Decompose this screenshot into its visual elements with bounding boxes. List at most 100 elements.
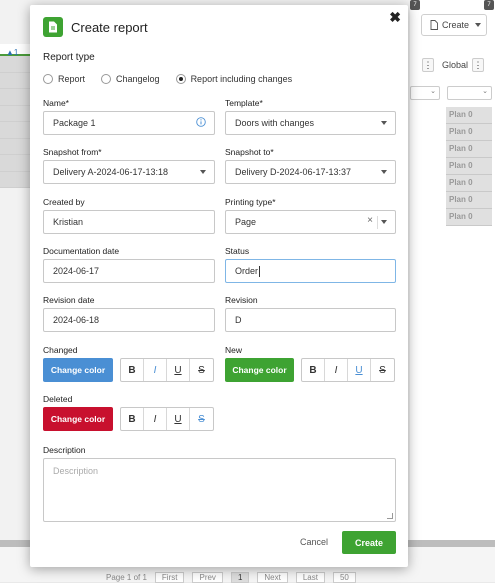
radio-circle[interactable] bbox=[101, 74, 112, 84]
column-filter[interactable]: ⌄ bbox=[410, 86, 440, 100]
italic-button[interactable]: I bbox=[325, 359, 348, 381]
snapshot-from-select[interactable]: Delivery A-2024-06-17-13:18 bbox=[43, 160, 215, 184]
bold-button[interactable]: B bbox=[302, 359, 325, 381]
revision-label: Revision bbox=[225, 295, 258, 305]
column-filter[interactable]: ⌄ bbox=[447, 86, 492, 100]
description-placeholder: Description bbox=[53, 466, 99, 476]
divider bbox=[377, 216, 378, 229]
description-textarea[interactable]: Description bbox=[43, 458, 396, 522]
documentation-date-value: 2024-06-17 bbox=[53, 266, 100, 276]
changed-color-button[interactable]: Change color bbox=[43, 358, 113, 382]
create-label: Create bbox=[442, 20, 470, 30]
deleted-label: Deleted bbox=[43, 394, 73, 404]
revision-date-value: 2024-06-18 bbox=[53, 315, 100, 325]
deleted-format-toolbar: B I U S bbox=[120, 407, 214, 431]
name-value: Package 1 bbox=[53, 118, 96, 128]
badge: 7 bbox=[410, 0, 420, 10]
cancel-button[interactable]: Cancel bbox=[300, 537, 328, 547]
revision-input[interactable]: D bbox=[225, 308, 396, 332]
radio-circle[interactable] bbox=[43, 74, 53, 84]
column-header: ⋮ Global ⋮ bbox=[410, 54, 495, 76]
current-page-button[interactable]: 1 bbox=[230, 571, 250, 583]
description-label: Description bbox=[43, 445, 86, 455]
next-page-button[interactable]: Next bbox=[257, 571, 288, 583]
info-icon[interactable] bbox=[196, 117, 206, 129]
pagination: Page 1 of 1 First Prev 1 Next Last 50 bbox=[106, 571, 364, 583]
radio-label: Report bbox=[58, 74, 86, 84]
background-right-panel bbox=[410, 0, 495, 540]
badge: 7 bbox=[484, 0, 494, 10]
revision-date-input[interactable]: 2024-06-18 bbox=[43, 308, 215, 332]
page-info: Page 1 of 1 bbox=[106, 572, 147, 582]
status-input[interactable]: Order bbox=[225, 259, 396, 283]
underline-button[interactable]: U bbox=[348, 359, 371, 381]
strikethrough-button[interactable]: S bbox=[190, 359, 213, 381]
name-input[interactable]: Package 1 bbox=[43, 111, 215, 135]
sort-indicator[interactable]: ▲1 bbox=[6, 48, 18, 57]
revision-date-label: Revision date bbox=[43, 295, 95, 305]
dialog-title: Create report bbox=[71, 19, 148, 35]
created-by-value: Kristian bbox=[53, 217, 84, 227]
created-by-input[interactable]: Kristian bbox=[43, 210, 215, 234]
chevron-down-icon[interactable] bbox=[381, 220, 387, 224]
plan-cell: Plan 0 bbox=[446, 175, 492, 192]
snapshot-to-label: Snapshot to* bbox=[225, 147, 274, 157]
dialog-header: Create report bbox=[43, 17, 148, 37]
chevron-down-icon[interactable] bbox=[381, 121, 387, 125]
printing-type-label: Printing type* bbox=[225, 197, 276, 207]
radio-circle-selected[interactable] bbox=[175, 74, 186, 84]
radio-report-including-changes[interactable]: Report including changes bbox=[175, 74, 292, 84]
report-icon bbox=[43, 17, 63, 37]
revision-value: D bbox=[235, 315, 242, 325]
new-format-toolbar: B I U S bbox=[301, 358, 395, 382]
plan-cell: Plan 0 bbox=[446, 158, 492, 175]
last-page-button[interactable]: Last bbox=[295, 571, 325, 583]
report-type-label: Report type bbox=[43, 52, 95, 63]
strikethrough-button[interactable]: S bbox=[371, 359, 394, 381]
template-label: Template* bbox=[225, 98, 263, 108]
bold-button[interactable]: B bbox=[121, 359, 144, 381]
snapshot-to-select[interactable]: Delivery D-2024-06-17-13:37 bbox=[225, 160, 396, 184]
kebab-menu-icon[interactable]: ⋮ bbox=[422, 58, 434, 72]
column-header-global: Global bbox=[442, 60, 469, 70]
snapshot-to-value: Delivery D-2024-06-17-13:37 bbox=[235, 167, 352, 177]
report-type-radio-group: Report Changelog Report including change… bbox=[43, 74, 292, 84]
deleted-color-button[interactable]: Change color bbox=[43, 407, 113, 431]
first-page-button[interactable]: First bbox=[154, 571, 185, 583]
plan-cell: Plan 0 bbox=[446, 141, 492, 158]
template-value: Doors with changes bbox=[235, 118, 315, 128]
prev-page-button[interactable]: Prev bbox=[192, 571, 223, 583]
new-color-button[interactable]: Change color bbox=[225, 358, 294, 382]
background-table-left bbox=[0, 44, 30, 224]
snapshot-from-value: Delivery A-2024-06-17-13:18 bbox=[53, 167, 169, 177]
plan-cell: Plan 0 bbox=[446, 209, 492, 226]
italic-button[interactable]: I bbox=[144, 359, 167, 381]
snapshot-from-label: Snapshot from* bbox=[43, 147, 102, 157]
bold-button[interactable]: B bbox=[121, 408, 144, 430]
radio-changelog[interactable]: Changelog bbox=[101, 74, 160, 84]
resize-handle-icon[interactable] bbox=[387, 513, 393, 519]
chevron-down-icon[interactable] bbox=[200, 170, 206, 174]
create-button[interactable]: Create bbox=[342, 531, 396, 554]
clear-icon[interactable]: × bbox=[367, 215, 373, 226]
kebab-menu-icon[interactable]: ⋮ bbox=[472, 58, 485, 72]
chevron-down-icon[interactable] bbox=[381, 170, 387, 174]
page-size-select[interactable]: 50 bbox=[332, 571, 356, 583]
status-label: Status bbox=[225, 246, 250, 256]
documentation-date-input[interactable]: 2024-06-17 bbox=[43, 259, 215, 283]
printing-type-select[interactable]: Page × bbox=[225, 210, 396, 234]
radio-report[interactable]: Report bbox=[43, 74, 85, 84]
changed-format-toolbar: B I U S bbox=[120, 358, 214, 382]
italic-button[interactable]: I bbox=[144, 408, 167, 430]
strikethrough-button[interactable]: S bbox=[190, 408, 213, 430]
underline-button[interactable]: U bbox=[167, 408, 190, 430]
template-select[interactable]: Doors with changes bbox=[225, 111, 396, 135]
documentation-date-label: Documentation date bbox=[43, 246, 120, 256]
underline-button[interactable]: U bbox=[167, 359, 190, 381]
created-by-label: Created by bbox=[43, 197, 85, 207]
background-create-button[interactable]: Create bbox=[421, 14, 487, 36]
text-cursor bbox=[259, 265, 261, 277]
close-icon[interactable]: ✖ bbox=[389, 9, 401, 26]
plan-cell: Plan 0 bbox=[446, 107, 492, 124]
create-report-dialog: Create report ✖ Report type Report Chang… bbox=[30, 5, 408, 567]
